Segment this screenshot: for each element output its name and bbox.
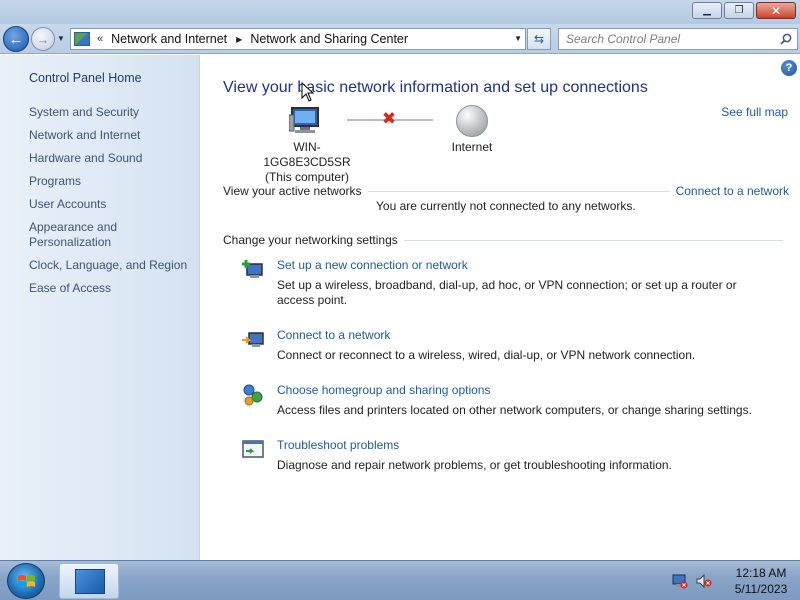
clock-time: 12:18 AM	[735, 566, 787, 580]
troubleshoot-description: Diagnose and repair network problems, or…	[277, 458, 672, 472]
sidebar: Control Panel Home System and Security N…	[0, 55, 200, 560]
section-divider	[403, 239, 783, 241]
search-input[interactable]	[559, 29, 769, 49]
back-button[interactable]: ←	[3, 26, 29, 52]
internet-globe-icon	[456, 105, 488, 137]
control-panel-icon	[74, 32, 90, 46]
navigation-bar: ← → ▼ « Network and Internet ▶ Network a…	[0, 24, 800, 54]
address-dropdown-icon[interactable]: ▼	[514, 34, 522, 43]
internet-label: Internet	[451, 140, 493, 154]
page-title: View your basic network information and …	[223, 79, 648, 96]
search-box[interactable]	[558, 28, 798, 50]
see-full-map-link[interactable]: See full map	[721, 105, 788, 119]
sidebar-category-list: System and Security Network and Internet…	[29, 105, 194, 304]
breadcrumb-overflow[interactable]: «	[97, 33, 103, 45]
sidebar-item-user-accounts[interactable]: User Accounts	[29, 197, 194, 212]
troubleshoot-link[interactable]: Troubleshoot problems	[277, 438, 399, 452]
forward-arrow-icon: →	[36, 31, 50, 47]
breadcrumb-arrow-icon[interactable]: ▶	[236, 35, 242, 44]
network-map: WIN-1GG8E3CD5SR (This computer) ✖ Intern…	[251, 103, 531, 185]
change-settings-label: Change your networking settings	[223, 233, 398, 247]
help-icon[interactable]: ?	[781, 60, 797, 76]
breadcrumb-network-and-sharing-center[interactable]: Network and Sharing Center	[250, 32, 408, 46]
sidebar-item-appearance-and-personalization[interactable]: Appearance and Personalization	[29, 220, 129, 250]
minimize-icon: ▁	[703, 5, 711, 16]
homegroup-icon	[243, 384, 263, 406]
minimize-button[interactable]: ▁	[692, 2, 722, 19]
address-bar[interactable]: « Network and Internet ▶ Network and Sha…	[70, 28, 526, 50]
history-dropdown-icon[interactable]: ▼	[57, 34, 67, 44]
sidebar-item-clock-language-and-region[interactable]: Clock, Language, and Region	[29, 258, 194, 273]
maximize-button[interactable]: ❐	[724, 2, 754, 19]
connect-to-network-task-link[interactable]: Connect to a network	[277, 328, 390, 342]
back-arrow-icon: ←	[8, 30, 24, 48]
sidebar-item-network-and-internet[interactable]: Network and Internet	[29, 128, 194, 143]
window-controls: ▁ ❐ ✕	[690, 2, 796, 19]
computer-subtitle: (This computer)	[264, 170, 350, 184]
windows-logo-icon	[18, 575, 35, 587]
taskbar-control-panel-button[interactable]	[59, 563, 119, 599]
mouse-cursor-icon	[301, 82, 315, 102]
active-networks-section: View your active networks Connect to a n…	[223, 184, 789, 198]
sidebar-item-programs[interactable]: Programs	[29, 174, 194, 189]
computer-icon	[289, 107, 319, 133]
connect-to-network-description: Connect or reconnect to a wireless, wire…	[277, 348, 696, 362]
sidebar-control-panel-home[interactable]: Control Panel Home	[29, 71, 142, 85]
search-icon[interactable]	[780, 33, 792, 45]
troubleshoot-icon	[242, 440, 264, 458]
change-settings-section: Change your networking settings	[223, 233, 789, 247]
connect-to-network-link[interactable]: Connect to a network	[676, 184, 789, 198]
start-button[interactable]	[7, 563, 45, 599]
computer-label: WIN-1GG8E3CD5SR (This computer)	[251, 140, 363, 185]
maximize-icon: ❐	[734, 5, 744, 16]
system-tray: 12:18 AM 5/11/2023	[672, 564, 792, 598]
not-connected-message: You are currently not connected to any n…	[376, 199, 636, 213]
homegroup-sharing-description: Access files and printers located on oth…	[277, 403, 752, 417]
sidebar-item-ease-of-access[interactable]: Ease of Access	[29, 281, 194, 296]
refresh-button[interactable]: ⇆	[527, 28, 551, 50]
setup-connection-description: Set up a wireless, broadband, dial-up, a…	[277, 278, 737, 307]
clock-date: 5/11/2023	[734, 582, 788, 596]
refresh-icon: ⇆	[533, 32, 545, 46]
computer-name: WIN-1GG8E3CD5SR	[263, 140, 351, 169]
new-connection-icon	[242, 260, 263, 278]
setup-connection-link[interactable]: Set up a new connection or network	[277, 258, 468, 272]
network-tray-icon[interactable]	[672, 573, 688, 589]
main-content: ? View your basic network information an…	[201, 55, 800, 560]
sidebar-item-hardware-and-sound[interactable]: Hardware and Sound	[29, 151, 194, 166]
close-button[interactable]: ✕	[756, 2, 796, 19]
active-networks-label: View your active networks	[223, 184, 362, 198]
forward-button[interactable]: →	[31, 27, 55, 51]
window-title-bar: ▁ ❐ ✕	[0, 0, 800, 24]
connect-network-icon	[242, 332, 264, 347]
disconnected-x-icon: ✖	[381, 109, 397, 128]
taskbar: 12:18 AM 5/11/2023	[0, 560, 800, 600]
sidebar-item-system-and-security[interactable]: System and Security	[29, 105, 194, 120]
section-divider	[367, 190, 670, 192]
homegroup-sharing-link[interactable]: Choose homegroup and sharing options	[277, 383, 490, 397]
control-panel-taskbar-icon	[75, 569, 105, 594]
close-icon: ✕	[770, 3, 782, 18]
volume-muted-icon[interactable]	[696, 573, 712, 589]
system-clock[interactable]: 12:18 AM 5/11/2023	[730, 565, 792, 597]
breadcrumb-network-and-internet[interactable]: Network and Internet	[111, 32, 227, 46]
